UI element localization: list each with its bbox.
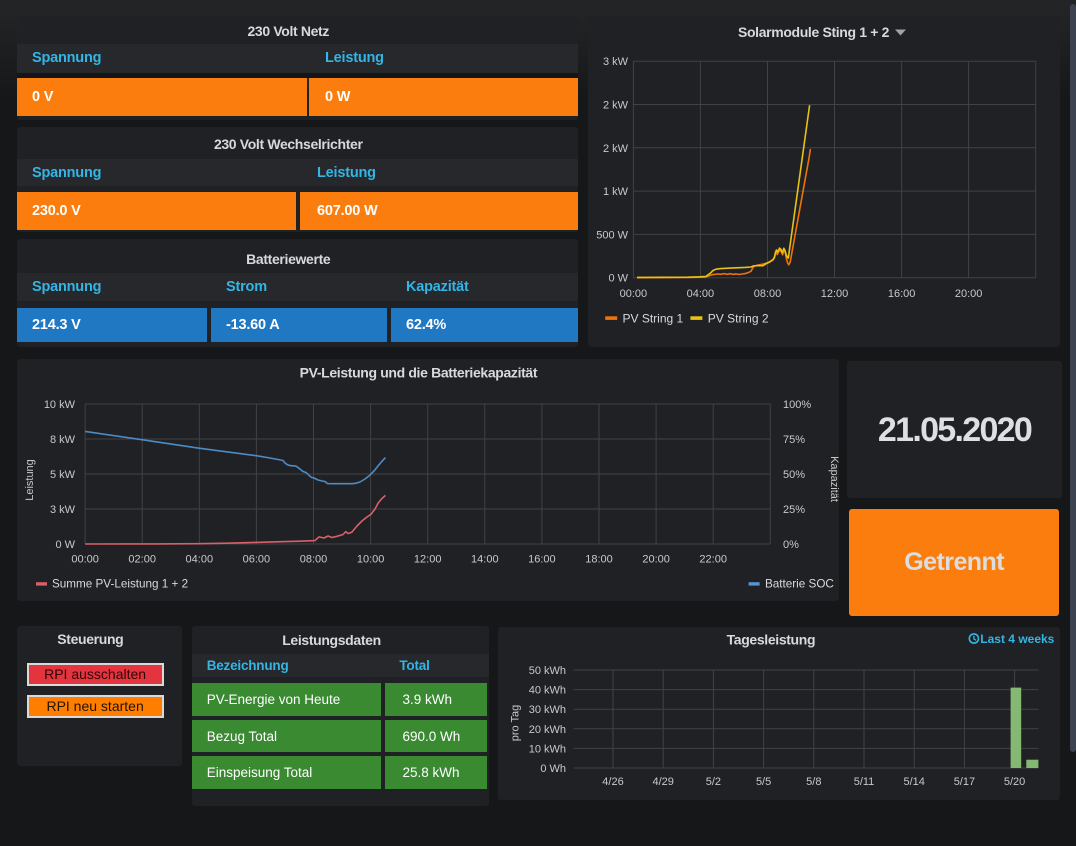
- svg-text:10:00: 10:00: [357, 553, 385, 565]
- svg-text:Kapazität: Kapazität: [828, 456, 839, 502]
- svg-text:0 Wh: 0 Wh: [540, 763, 566, 775]
- svg-text:22:00: 22:00: [699, 553, 727, 565]
- svg-text:PV String 2: PV String 2: [708, 312, 769, 326]
- svg-text:10 kW: 10 kW: [44, 399, 76, 411]
- svg-text:30 kWh: 30 kWh: [528, 704, 565, 716]
- svg-text:00:00: 00:00: [71, 553, 99, 565]
- svg-text:5/5: 5/5: [756, 776, 771, 788]
- svg-text:0%: 0%: [783, 539, 799, 551]
- svg-text:Last 4 weeks: Last 4 weeks: [980, 632, 1054, 646]
- svg-text:04:00: 04:00: [186, 553, 214, 565]
- svg-text:12:00: 12:00: [821, 288, 849, 300]
- svg-text:PV String 1: PV String 1: [623, 312, 684, 326]
- svg-text:Tagesleistung: Tagesleistung: [726, 632, 815, 648]
- svg-text:06:00: 06:00: [243, 553, 271, 565]
- svg-text:25%: 25%: [783, 504, 805, 516]
- svg-text:pro Tag: pro Tag: [509, 705, 521, 742]
- svg-text:40 kWh: 40 kWh: [528, 685, 565, 697]
- svg-text:Summe PV-Leistung 1 + 2: Summe PV-Leistung 1 + 2: [52, 577, 188, 590]
- svg-text:2 kW: 2 kW: [603, 100, 629, 112]
- svg-text:5/17: 5/17: [953, 776, 974, 788]
- svg-text:5 kW: 5 kW: [50, 469, 76, 481]
- svg-text:14:00: 14:00: [471, 553, 499, 565]
- svg-text:50 kWh: 50 kWh: [528, 665, 565, 677]
- svg-text:5/8: 5/8: [806, 776, 821, 788]
- svg-text:18:00: 18:00: [585, 553, 613, 565]
- svg-text:50%: 50%: [783, 469, 805, 481]
- svg-text:12:00: 12:00: [414, 553, 442, 565]
- svg-text:Batterie SOC: Batterie SOC: [765, 577, 834, 590]
- svg-text:20:00: 20:00: [642, 553, 670, 565]
- svg-text:0 W: 0 W: [608, 273, 628, 285]
- svg-text:4/29: 4/29: [652, 776, 673, 788]
- svg-text:20 kWh: 20 kWh: [528, 724, 565, 736]
- svg-text:8 kW: 8 kW: [50, 434, 76, 446]
- svg-text:1 kW: 1 kW: [603, 186, 629, 198]
- svg-text:5/2: 5/2: [705, 776, 720, 788]
- svg-text:3 kW: 3 kW: [50, 504, 76, 516]
- svg-text:PV-Leistung und die Batterieka: PV-Leistung und die Batteriekapazität: [300, 364, 538, 380]
- svg-text:10 kWh: 10 kWh: [528, 743, 565, 755]
- svg-text:4/26: 4/26: [602, 776, 623, 788]
- svg-text:0 W: 0 W: [55, 539, 75, 551]
- svg-text:Leistung: Leistung: [24, 459, 36, 501]
- svg-text:16:00: 16:00: [528, 553, 556, 565]
- svg-text:5/20: 5/20: [1003, 776, 1024, 788]
- svg-text:100%: 100%: [783, 399, 811, 411]
- svg-text:16:00: 16:00: [888, 288, 916, 300]
- svg-text:20:00: 20:00: [955, 288, 983, 300]
- svg-text:5/14: 5/14: [903, 776, 924, 788]
- svg-text:04:00: 04:00: [687, 288, 715, 300]
- svg-text:75%: 75%: [783, 434, 805, 446]
- svg-text:08:00: 08:00: [754, 288, 782, 300]
- svg-text:00:00: 00:00: [620, 288, 648, 300]
- svg-text:5/11: 5/11: [853, 776, 874, 788]
- svg-text:02:00: 02:00: [128, 553, 156, 565]
- svg-text:Solarmodule Sting 1 + 2: Solarmodule Sting 1 + 2: [738, 24, 890, 40]
- svg-text:500 W: 500 W: [596, 229, 628, 241]
- svg-text:3 kW: 3 kW: [603, 56, 629, 68]
- svg-text:08:00: 08:00: [300, 553, 328, 565]
- svg-text:2 kW: 2 kW: [603, 143, 629, 155]
